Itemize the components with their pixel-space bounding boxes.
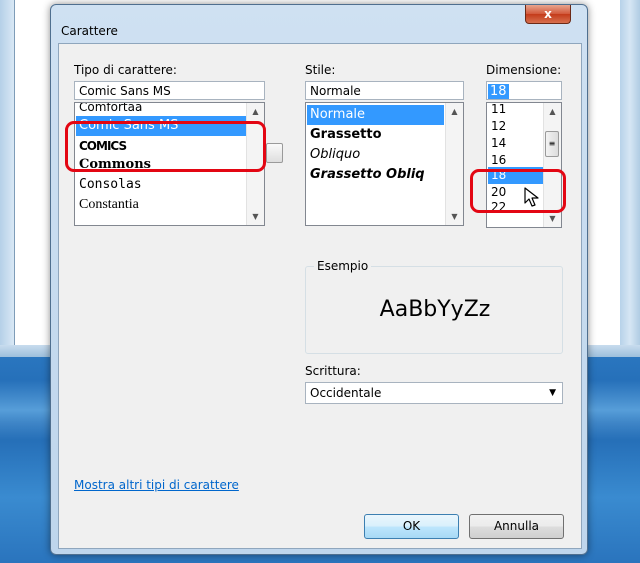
font-family-label: Tipo di carattere: bbox=[74, 63, 177, 77]
list-item-selected[interactable]: Normale bbox=[307, 105, 444, 125]
list-item[interactable]: Comfortaa bbox=[76, 103, 247, 117]
chevron-down-icon: ▼ bbox=[549, 388, 556, 398]
sample-text: AaBbYyZz bbox=[379, 297, 491, 322]
scroll-down-arrow-icon[interactable]: ▼ bbox=[446, 208, 463, 225]
close-button[interactable]: x bbox=[525, 5, 571, 24]
font-dialog: Carattere x Tipo di carattere: Comic San… bbox=[50, 4, 588, 555]
more-fonts-link[interactable]: Mostra altri tipi di carattere bbox=[74, 478, 239, 492]
sample-group: Esempio AaBbYyZz bbox=[305, 259, 563, 354]
script-label: Scrittura: bbox=[305, 364, 361, 378]
scroll-up-arrow-icon[interactable]: ▲ bbox=[247, 103, 264, 120]
parent-window-edge bbox=[0, 0, 14, 345]
script-dropdown[interactable]: Occidentale ▼ bbox=[305, 382, 563, 404]
scroll-up-arrow-icon[interactable]: ▲ bbox=[446, 103, 463, 120]
list-item[interactable]: 16 bbox=[488, 152, 543, 166]
style-label: Stile: bbox=[305, 63, 336, 77]
size-input[interactable]: 18 bbox=[486, 81, 562, 100]
list-item[interactable]: Constantia bbox=[76, 195, 247, 215]
script-dropdown-value: Occidentale bbox=[310, 386, 382, 400]
list-item[interactable]: Obliquo bbox=[307, 145, 444, 165]
list-item[interactable]: 14 bbox=[488, 135, 543, 152]
style-list-scrollbar[interactable]: ▲ ▼ bbox=[445, 103, 463, 225]
mouse-cursor-icon bbox=[524, 187, 539, 207]
style-list[interactable]: Normale Grassetto Obliquo Grassetto Obli… bbox=[305, 102, 464, 226]
size-label: Dimensione: bbox=[486, 63, 562, 77]
dialog-title: Carattere bbox=[61, 24, 118, 38]
highlight-size-selection bbox=[470, 169, 566, 213]
scroll-up-arrow-icon[interactable]: ▲ bbox=[544, 103, 561, 120]
dialog-client-area: Tipo di carattere: Comic Sans MS Comfort… bbox=[58, 43, 582, 549]
list-item[interactable]: Grassetto Obliq bbox=[307, 165, 444, 185]
list-item[interactable]: Consolas bbox=[76, 175, 247, 195]
ok-button[interactable]: OK bbox=[364, 514, 459, 539]
close-icon: x bbox=[544, 7, 552, 21]
size-input-value: 18 bbox=[488, 84, 509, 99]
cancel-button[interactable]: Annulla bbox=[469, 514, 564, 539]
highlight-font-selection bbox=[65, 121, 266, 172]
size-list-scroll-thumb[interactable]: ≡ bbox=[545, 131, 559, 157]
list-item[interactable]: 12 bbox=[488, 118, 543, 135]
font-list-scroll-thumb[interactable] bbox=[266, 143, 283, 163]
list-item[interactable]: Grassetto bbox=[307, 125, 444, 145]
style-input[interactable]: Normale bbox=[305, 81, 464, 100]
list-item[interactable]: 11 bbox=[488, 103, 543, 118]
scroll-down-arrow-icon[interactable]: ▼ bbox=[247, 208, 264, 225]
font-family-input[interactable]: Comic Sans MS bbox=[74, 81, 265, 100]
